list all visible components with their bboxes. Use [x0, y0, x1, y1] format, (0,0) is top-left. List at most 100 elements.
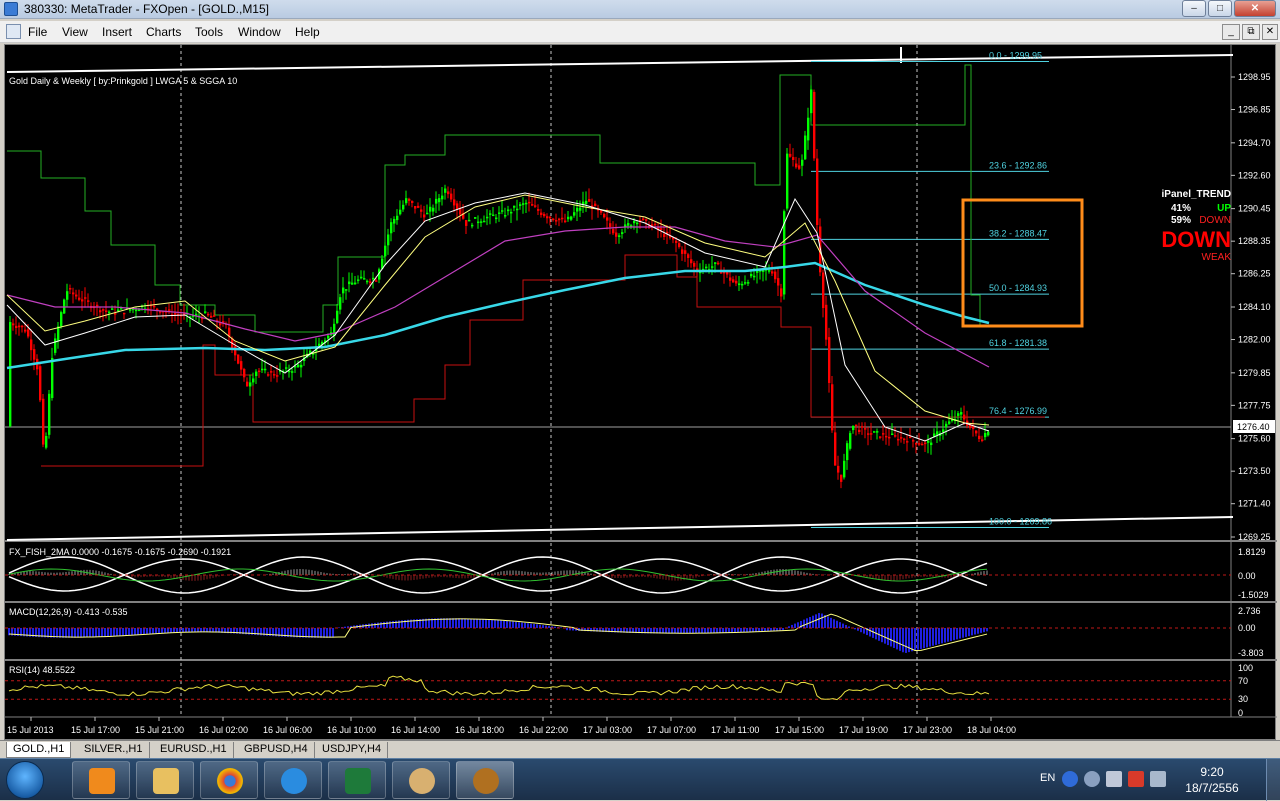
menu-tools[interactable]: Tools — [195, 25, 223, 39]
candle-body[interactable] — [861, 426, 864, 428]
candle-body[interactable] — [987, 431, 990, 436]
candle-body[interactable] — [525, 202, 528, 205]
candle-body[interactable] — [870, 433, 873, 435]
candle-body[interactable] — [39, 366, 42, 401]
candle-body[interactable] — [207, 313, 210, 316]
candle-body[interactable] — [585, 200, 588, 204]
candle-body[interactable] — [903, 438, 906, 441]
menu-charts[interactable]: Charts — [146, 25, 181, 39]
candle-body[interactable] — [174, 313, 177, 315]
candle-body[interactable] — [912, 440, 915, 442]
candle-body[interactable] — [246, 381, 249, 387]
candle-body[interactable] — [264, 368, 267, 371]
candle-body[interactable] — [897, 438, 900, 441]
taskbar-explorer[interactable] — [136, 761, 194, 799]
candle-body[interactable] — [744, 282, 747, 284]
candle-body[interactable] — [408, 198, 411, 201]
candle-body[interactable] — [603, 213, 606, 218]
candle-body[interactable] — [660, 228, 663, 231]
candle-body[interactable] — [21, 325, 24, 328]
candle-body[interactable] — [69, 288, 72, 290]
candle-body[interactable] — [426, 212, 429, 215]
volume-icon[interactable] — [1150, 771, 1166, 787]
candle-body[interactable] — [558, 218, 561, 221]
candle-body[interactable] — [339, 297, 342, 310]
candle-body[interactable] — [615, 232, 618, 237]
network-icon[interactable] — [1084, 771, 1100, 787]
candle-body[interactable] — [519, 204, 522, 206]
candle-body[interactable] — [945, 423, 948, 428]
candle-body[interactable] — [531, 204, 534, 206]
candle-body[interactable] — [369, 281, 372, 283]
candle-body[interactable] — [837, 465, 840, 473]
candle-body[interactable] — [681, 249, 684, 254]
candle-body[interactable] — [636, 222, 639, 225]
candle-body[interactable] — [375, 280, 378, 282]
candle-body[interactable] — [564, 220, 567, 223]
mdi-close-button[interactable]: ✕ — [1262, 24, 1278, 40]
candle-body[interactable] — [414, 205, 417, 209]
candle-body[interactable] — [729, 277, 732, 281]
candle-body[interactable] — [429, 206, 432, 212]
candle-body[interactable] — [750, 273, 753, 277]
candle-body[interactable] — [297, 364, 300, 368]
candle-body[interactable] — [453, 199, 456, 206]
candle-body[interactable] — [405, 198, 408, 204]
candle-body[interactable] — [390, 222, 393, 234]
candle-body[interactable] — [633, 220, 636, 224]
candle-body[interactable] — [255, 371, 258, 377]
candle-body[interactable] — [75, 294, 78, 297]
taskbar-excel[interactable] — [328, 761, 386, 799]
candle-body[interactable] — [411, 201, 414, 203]
candle-body[interactable] — [252, 378, 255, 383]
candle-body[interactable] — [792, 157, 795, 160]
candle-body[interactable] — [120, 308, 123, 310]
candle-body[interactable] — [351, 282, 354, 285]
candle-body[interactable] — [72, 292, 75, 295]
candle-body[interactable] — [276, 375, 279, 377]
candle-body[interactable] — [117, 309, 120, 312]
candle-body[interactable] — [111, 308, 114, 310]
candle-body[interactable] — [168, 309, 171, 311]
candle-body[interactable] — [432, 207, 435, 212]
candle-body[interactable] — [342, 287, 345, 294]
candle-body[interactable] — [366, 280, 369, 283]
candle-body[interactable] — [777, 278, 780, 286]
candle-body[interactable] — [795, 163, 798, 168]
candle-body[interactable] — [258, 370, 261, 373]
candle-body[interactable] — [372, 277, 375, 280]
candle-body[interactable] — [858, 429, 861, 432]
candle-body[interactable] — [948, 421, 951, 424]
candle-body[interactable] — [291, 371, 294, 373]
candle-body[interactable] — [552, 218, 555, 221]
candle-body[interactable] — [240, 361, 243, 370]
candle-body[interactable] — [129, 309, 132, 311]
tab-silver-h1[interactable]: SILVER.,H1 — [78, 742, 150, 758]
candle-body[interactable] — [921, 443, 924, 446]
action-center-icon[interactable] — [1106, 771, 1122, 787]
menu-insert[interactable]: Insert — [102, 25, 132, 39]
candle-body[interactable] — [924, 442, 927, 445]
taskbar-metatrader[interactable] — [456, 761, 514, 799]
candle-body[interactable] — [105, 310, 108, 312]
candle-body[interactable] — [24, 329, 27, 332]
help-icon[interactable] — [1062, 771, 1078, 787]
candle-body[interactable] — [753, 275, 756, 278]
candle-body[interactable] — [771, 271, 774, 274]
menu-view[interactable]: View — [62, 25, 88, 39]
candle-body[interactable] — [846, 443, 849, 461]
candle-body[interactable] — [450, 193, 453, 200]
candle-body[interactable] — [336, 310, 339, 324]
candle-body[interactable] — [477, 221, 480, 224]
candle-body[interactable] — [978, 435, 981, 440]
candle-body[interactable] — [888, 436, 891, 439]
candle-body[interactable] — [678, 243, 681, 247]
candle-body[interactable] — [822, 272, 825, 309]
candle-body[interactable] — [741, 283, 744, 286]
price-candles[interactable] — [9, 85, 990, 489]
candle-body[interactable] — [387, 234, 390, 246]
candle-body[interactable] — [108, 311, 111, 314]
candle-body[interactable] — [909, 436, 912, 439]
candle-body[interactable] — [621, 232, 624, 235]
candle-body[interactable] — [693, 262, 696, 267]
